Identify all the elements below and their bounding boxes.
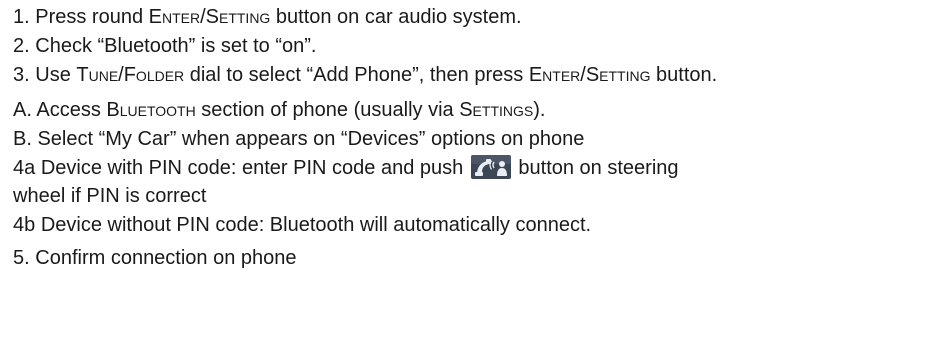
step-text: Device with PIN code: enter PIN code and… [40,157,464,179]
step-4b: 4b Device without PIN code: Bluetooth wi… [13,213,591,237]
step-number: 3. [13,64,30,86]
step-text: ). [533,99,546,121]
step-text: Use [35,64,77,86]
step-text: Press round [35,6,149,28]
step-text: button. [650,64,718,86]
step-text: Confirm connection on phone [35,247,297,269]
step-text: Access [36,99,107,121]
bluetooth-label: Bluetooth [106,99,196,121]
step-number: 5. [13,247,30,269]
enter-setting-label: Enter/Setting [528,64,651,86]
step-number: B. [13,128,32,150]
step-number: 1. [13,6,30,28]
step-number: 4a [13,157,36,179]
instructions-document: 1. Press round Enter/Setting button on c… [0,0,931,355]
step-text: Select “My Car” when appears on “Devices… [37,128,585,150]
step-text: section of phone (usually via [195,99,460,121]
step-text: dial to select “Add Phone”, then press [184,64,529,86]
step-3: 3. Use Tune/Folder dial to select “Add P… [13,63,717,87]
step-text: wheel if PIN is correct [13,185,207,207]
step-number: 4b [13,214,36,236]
step-number: 2. [13,35,30,57]
step-text: button on steering [518,157,679,179]
step-b: B. Select “My Car” when appears on “Devi… [13,127,584,151]
phone-talk-button-icon [470,155,511,179]
step-1: 1. Press round Enter/Setting button on c… [13,5,522,29]
settings-label: Settings [459,99,534,121]
step-2: 2. Check “Bluetooth” is set to “on”. [13,34,316,58]
step-text: button on car audio system. [270,6,522,28]
step-5: 5. Confirm connection on phone [13,246,297,270]
tune-folder-label: Tune/Folder [76,64,185,86]
step-4a-continued: wheel if PIN is correct [13,184,206,208]
step-number: A. [13,99,32,121]
step-text: Check “Bluetooth” is set to “on”. [35,35,317,57]
step-text: Device without PIN code: Bluetooth will … [40,214,592,236]
step-4a: 4a Device with PIN code: enter PIN code … [13,155,679,180]
step-a: A. Access Bluetooth section of phone (us… [13,98,545,122]
enter-setting-label: Enter/Setting [148,6,271,28]
